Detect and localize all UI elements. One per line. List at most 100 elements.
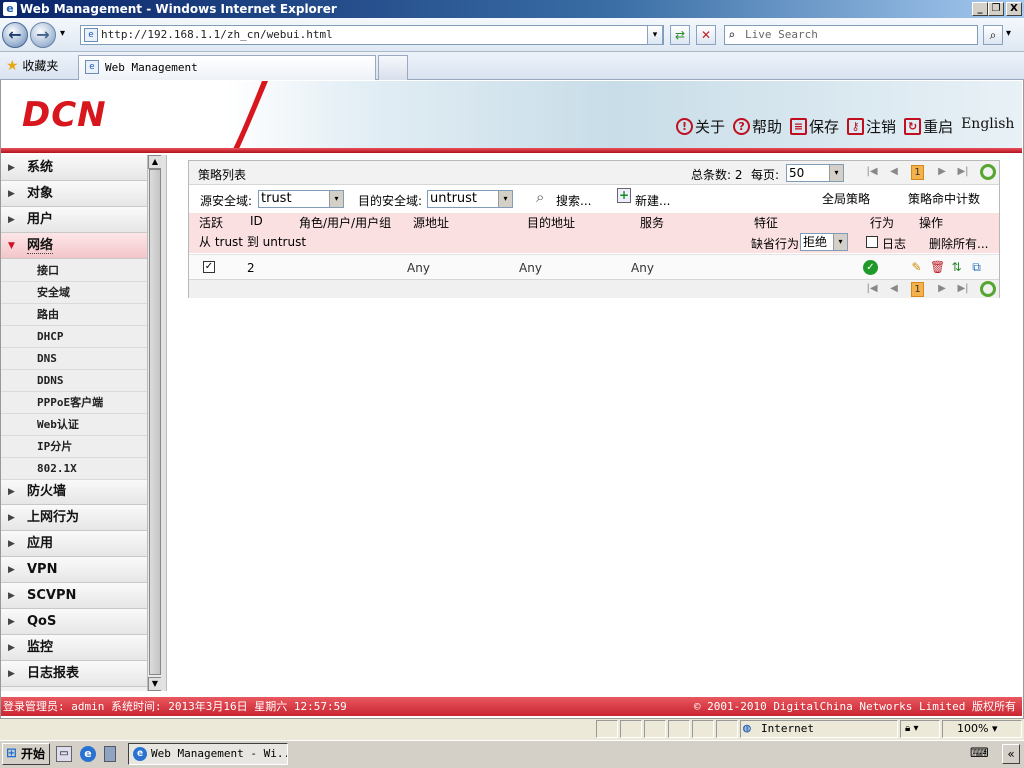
scroll-down-button[interactable]: ▼ bbox=[148, 677, 162, 691]
restore-button[interactable]: ❐ bbox=[988, 2, 1004, 16]
sidebar-item-network[interactable]: ▼ 网络 bbox=[1, 233, 147, 259]
ie-quicklaunch-icon[interactable]: e bbox=[80, 746, 96, 762]
last-page-icon[interactable]: ▶| bbox=[957, 165, 969, 179]
history-dropdown-icon[interactable]: ▾ bbox=[60, 28, 65, 39]
header-link-about[interactable]: ! 关于 bbox=[676, 116, 725, 136]
sidebar-item-label: QoS bbox=[27, 614, 57, 629]
sidebar-item-vpn[interactable]: ▶ VPN bbox=[1, 557, 147, 583]
scrollbar-thumb[interactable] bbox=[149, 169, 161, 675]
sidebar-subitem[interactable]: 接口 bbox=[1, 260, 147, 282]
help-icon: ? bbox=[733, 117, 751, 135]
refresh-icon[interactable]: ⇄ bbox=[670, 25, 690, 45]
address-dropdown-button[interactable]: ▾ bbox=[647, 25, 663, 45]
taskbar-item-ie[interactable]: e Web Management - Wi... bbox=[128, 743, 288, 765]
copy-icon[interactable]: ⧉ bbox=[969, 260, 984, 275]
ie-icon: e bbox=[3, 2, 17, 16]
sidebar-item-application[interactable]: ▶ 应用 bbox=[1, 531, 147, 557]
per-page-select[interactable]: 50 ▾ bbox=[786, 164, 844, 182]
current-page[interactable]: 1 bbox=[911, 165, 924, 180]
hit-count-link[interactable]: 策略命中计数 bbox=[908, 190, 980, 207]
sidebar-item-user[interactable]: ▶ 用户 bbox=[1, 207, 147, 233]
src-zone-select[interactable]: trust ▾ bbox=[258, 190, 344, 208]
minimize-button[interactable]: _ bbox=[972, 2, 988, 16]
new-tab-button[interactable] bbox=[378, 55, 408, 80]
new-policy-icon[interactable]: + bbox=[617, 188, 631, 203]
sidebar-subitem[interactable]: 路由 bbox=[1, 304, 147, 326]
last-page-icon[interactable]: ▶| bbox=[957, 282, 969, 296]
sidebar-subitem[interactable]: Web认证 bbox=[1, 414, 147, 436]
sidebar-item-object[interactable]: ▶ 对象 bbox=[1, 181, 147, 207]
new-policy-button[interactable]: 新建... bbox=[635, 192, 670, 209]
refresh-icon[interactable] bbox=[980, 164, 996, 180]
move-icon[interactable]: ⇅ bbox=[949, 260, 964, 275]
prev-page-icon[interactable]: ◀ bbox=[888, 165, 900, 179]
sidebar-item-qos[interactable]: ▶ QoS bbox=[1, 609, 147, 635]
sidebar-item-firewall[interactable]: ▶ 防火墙 bbox=[1, 479, 147, 505]
permit-action-icon: ✓ bbox=[863, 260, 878, 275]
search-go-button[interactable]: ⌕ bbox=[983, 25, 1003, 45]
sidebar-item-scvpn[interactable]: ▶ SCVPN bbox=[1, 583, 147, 609]
forward-button[interactable]: → bbox=[30, 22, 56, 48]
start-button[interactable]: ⊞ 开始 bbox=[2, 743, 50, 765]
header-link-save[interactable]: ≡ 保存 bbox=[790, 116, 839, 136]
sidebar-subitem[interactable]: DHCP bbox=[1, 326, 147, 348]
window-title: Web Management - Windows Internet Explor… bbox=[20, 2, 337, 16]
search-options-icon[interactable]: ▾ bbox=[1006, 28, 1011, 39]
sidebar-item-log-report[interactable]: ▶ 日志报表 bbox=[1, 661, 147, 687]
chevron-down-icon: ▾ bbox=[991, 722, 998, 735]
sidebar-subitem[interactable]: DDNS bbox=[1, 370, 147, 392]
sidebar-subitem[interactable]: IP分片 bbox=[1, 436, 147, 458]
log-checkbox[interactable] bbox=[866, 236, 878, 248]
tray-expand-button[interactable]: « bbox=[1002, 744, 1020, 764]
show-desktop-icon[interactable]: ▭ bbox=[56, 746, 72, 762]
active-checkbox[interactable]: ✓ bbox=[203, 261, 215, 273]
global-policy-link[interactable]: 全局策略 bbox=[822, 190, 870, 207]
table-row: ✓ 2 Any Any Any ✓ ✎ 🗑 ⇅ ⧉ bbox=[189, 254, 999, 280]
first-page-icon[interactable]: |◀ bbox=[866, 165, 878, 179]
security-zone: ◍ Internet bbox=[740, 720, 898, 738]
sidebar-item-internet-behavior[interactable]: ▶ 上网行为 bbox=[1, 505, 147, 531]
panel-splitter[interactable] bbox=[161, 155, 167, 691]
browser-tab-active[interactable]: e Web Management bbox=[78, 55, 376, 80]
header-link-logout[interactable]: ⚷ 注销 bbox=[847, 116, 896, 136]
zoom-control[interactable]: 100% ▾ bbox=[942, 720, 1022, 738]
sidebar-item-monitor[interactable]: ▶ 监控 bbox=[1, 635, 147, 661]
back-button[interactable]: ← bbox=[2, 22, 28, 48]
sidebar-subitem[interactable]: PPPoE客户端 bbox=[1, 392, 147, 414]
address-bar[interactable]: e http://192.168.1.1/zh_cn/webui.html bbox=[80, 25, 664, 45]
header-link-help[interactable]: ? 帮助 bbox=[733, 116, 782, 136]
sidebar-subitem[interactable]: DNS bbox=[1, 348, 147, 370]
sidebar-scrollbar[interactable]: ▲ ▼ bbox=[147, 155, 162, 691]
refresh-icon[interactable] bbox=[980, 281, 996, 297]
prev-page-icon[interactable]: ◀ bbox=[888, 282, 900, 296]
sidebar-subitem[interactable]: 安全域 bbox=[1, 282, 147, 304]
favorites-button[interactable]: ★ 收藏夹 bbox=[6, 57, 58, 74]
sidebar-subitem[interactable]: 802.1X bbox=[1, 458, 147, 480]
current-page[interactable]: 1 bbox=[911, 282, 924, 297]
dst-zone-select[interactable]: untrust ▾ bbox=[427, 190, 513, 208]
search-button[interactable]: 搜索... bbox=[556, 192, 591, 209]
default-action-select[interactable]: 拒绝 ▾ bbox=[800, 233, 848, 251]
edit-icon[interactable]: ✎ bbox=[909, 260, 924, 275]
close-button[interactable]: X bbox=[1006, 2, 1022, 16]
scroll-up-button[interactable]: ▲ bbox=[148, 155, 162, 169]
next-page-icon[interactable]: ▶ bbox=[936, 282, 948, 296]
delete-icon[interactable]: 🗑 bbox=[930, 260, 945, 275]
first-page-icon[interactable]: |◀ bbox=[866, 282, 878, 296]
stop-icon[interactable]: ✕ bbox=[696, 25, 716, 45]
live-search-input[interactable]: ⌕ Live Search bbox=[724, 25, 978, 45]
delete-all-link[interactable]: 删除所有... bbox=[929, 235, 988, 252]
policy-id: 2 bbox=[247, 261, 255, 275]
protected-mode-button[interactable]: 🔒︎ ▾ bbox=[900, 720, 940, 738]
chevron-right-icon: ▶ bbox=[8, 669, 15, 679]
column-header: 特征 bbox=[754, 216, 779, 230]
search-icon[interactable]: ⌕ bbox=[536, 188, 544, 206]
header-link-reboot[interactable]: ↻ 重启 bbox=[904, 116, 953, 136]
keyboard-icon[interactable]: ⌨ bbox=[970, 746, 989, 762]
next-page-icon[interactable]: ▶ bbox=[936, 165, 948, 179]
column-header: 操作 bbox=[919, 216, 944, 230]
header-link-label: 关于 bbox=[695, 117, 726, 136]
server-manager-icon[interactable] bbox=[104, 746, 116, 762]
sidebar-item-system[interactable]: ▶ 系统 bbox=[1, 155, 147, 181]
language-switch-link[interactable]: English bbox=[961, 116, 1014, 136]
